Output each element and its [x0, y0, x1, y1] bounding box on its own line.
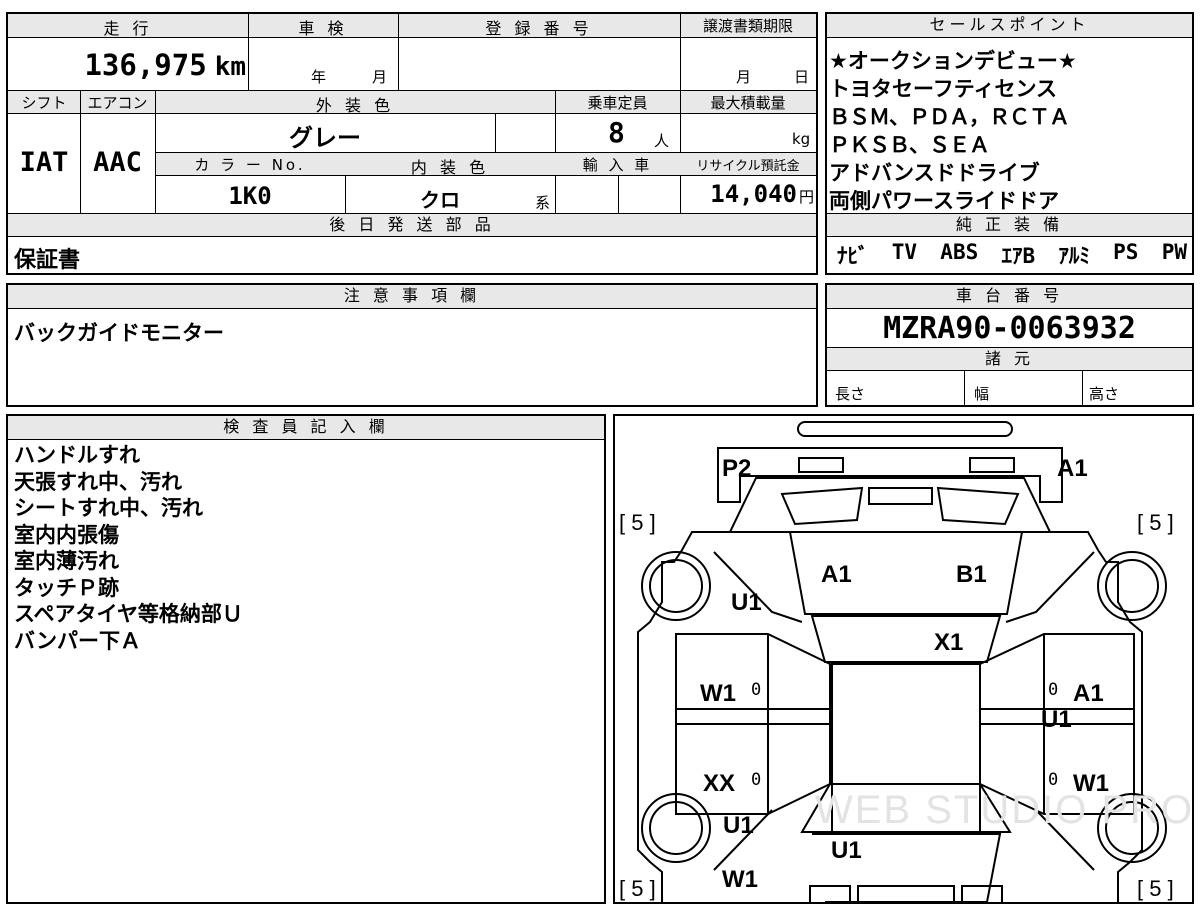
length-label: 長さ [835, 385, 866, 403]
inspection-year-label: 年 [311, 68, 327, 86]
shift-header: シフト [21, 94, 67, 112]
interior-color-suffix: 系 [535, 194, 551, 212]
equipment-item: PW [1161, 240, 1187, 264]
vehicle-info-table: 走 行 車 検 登 録 番 号 譲渡書類期限 136,975 km 年 月 月 日… [6, 12, 818, 275]
later-parts-value: 保証書 [14, 248, 81, 273]
mileage-value: 136,975 km [8, 48, 246, 82]
seats-header: 乗車定員 [587, 94, 648, 112]
notes-panel: 注 意 事 項 欄 バックガイドモニター [6, 283, 818, 407]
mileage-number: 136,975 [84, 48, 207, 82]
sales-points-header: セールスポイント [827, 14, 1192, 38]
transfer-month-label: 月 [736, 68, 752, 86]
max-load-unit: kg [792, 130, 811, 148]
color-no-header: カ ラ ー No. [194, 156, 306, 174]
damage-left-rear-door: W1 [700, 680, 736, 707]
seats-value: 8 [608, 116, 625, 149]
damage-roof: X1 [934, 629, 964, 656]
sales-point-line: 両側パワースライドドア [829, 189, 1059, 213]
damage-rear-quarter-left: U1 [731, 589, 762, 616]
inspector-line: 天張すれ中、汚れ [14, 469, 182, 494]
recycle-fee-unit: 円 [798, 188, 814, 206]
inspector-panel: 検 査 員 記 入 欄 ハンドルすれ 天張すれ中、汚れ シートすれ中、汚れ 室内… [6, 414, 606, 904]
inspector-line: スペアタイヤ等格納部Ｕ [14, 602, 243, 626]
inspector-line: タッチＰ跡 [14, 575, 119, 600]
sales-point-line: ＰＫＳＢ、ＳＥＡ [829, 133, 990, 157]
damage-left-front-bumper: W1 [722, 866, 758, 893]
interior-color-value: クロ [420, 188, 460, 212]
chassis-header: 車 台 番 号 [827, 285, 1192, 309]
sales-point-line: トヨタセーフティセンス [829, 77, 1058, 101]
notes-header: 注 意 事 項 欄 [8, 285, 816, 309]
sales-points-panel: セールスポイント ★オークションデビュー★ トヨタセーフティセンス ＢＳＭ、ＰＤ… [825, 12, 1194, 275]
spec-header: 諸 元 [827, 348, 1192, 371]
damage-left-front-door: XX [703, 770, 736, 797]
equipment-item: ｱﾙﾐ [1058, 244, 1090, 268]
door-zero-mark: 0 [1048, 680, 1059, 700]
notes-text: バックガイドモニター [14, 321, 224, 345]
equipment-item: ｴｱB [1001, 244, 1036, 268]
damage-rear-glass-right: B1 [956, 561, 987, 588]
inspection-month-label: 月 [372, 68, 388, 86]
damage-rear-glass-left: A1 [821, 561, 852, 588]
recycle-fee-number: 14,040 [710, 180, 797, 208]
ac-value: AAC [93, 147, 142, 178]
recycle-fee-value: 14,040 円 [680, 180, 814, 208]
tyre-tread-front-right: [ 5 ] [1137, 876, 1174, 901]
damage-rear-right: A1 [1057, 455, 1088, 482]
equipment-header: 純 正 装 備 [827, 214, 1192, 237]
damage-left-front-fender: U1 [723, 812, 754, 839]
damage-hood: U1 [831, 837, 862, 864]
damage-right-rear-door-2: U1 [1041, 706, 1072, 733]
sales-point-line: アドバンスドドライブ [829, 161, 1040, 185]
door-zero-mark: 0 [751, 770, 762, 790]
inspector-line: バンパー下Ａ [14, 628, 142, 653]
inspection-header: 車 検 [298, 19, 348, 38]
width-label: 幅 [974, 385, 990, 403]
door-zero-mark: 0 [751, 680, 762, 700]
mileage-header: 走 行 [103, 19, 153, 38]
transfer-day-label: 日 [794, 68, 810, 86]
door-zero-mark: 0 [1048, 770, 1059, 790]
equipment-item: TV [891, 240, 918, 264]
inspector-line: シートすれ中、汚れ [14, 496, 203, 520]
chassis-panel: 車 台 番 号 MZRA90-0063932 諸 元 長さ 幅 高さ [825, 283, 1194, 407]
color-no-value: 1K0 [228, 182, 272, 210]
exterior-color-header: 外 装 色 [315, 96, 395, 115]
tyre-tread-front-left: [ 5 ] [619, 876, 656, 901]
height-label: 高さ [1089, 385, 1120, 403]
damage-right-rear-door: A1 [1073, 680, 1104, 707]
mileage-unit: km [214, 52, 246, 82]
max-load-header: 最大積載量 [710, 94, 786, 112]
shift-value: IAT [19, 147, 69, 178]
equipment-item: PS [1113, 240, 1139, 264]
interior-color-header: 内 装 色 [410, 158, 490, 177]
equipment-item: ﾅﾋﾞ [837, 244, 869, 268]
damage-right-front-door: W1 [1073, 770, 1109, 797]
inspector-line: 室内薄汚れ [14, 549, 119, 573]
exterior-color-value: グレー [289, 124, 361, 152]
chassis-number: MZRA90-0063932 [883, 311, 1136, 346]
tyre-tread-rear-right: [ 5 ] [1137, 510, 1174, 535]
recycle-header: リサイクル預託金 [696, 159, 800, 174]
damage-rear-left: P2 [722, 455, 752, 482]
registration-header: 登 録 番 号 [485, 19, 593, 38]
seats-unit: 人 [654, 132, 670, 150]
inspector-line: ハンドルすれ [14, 443, 140, 467]
inspector-header: 検 査 員 記 入 欄 [8, 416, 604, 440]
later-parts-header: 後 日 発 送 部 品 [8, 214, 816, 237]
equipment-list: ﾅﾋﾞ TV ABS ｴｱB ｱﾙﾐ PS PW [837, 240, 1187, 270]
car-diagram-panel: WEB STUDIO PRO [ 5 ] [ 5 ] [ 5 ] [ 5 ] 0… [613, 414, 1194, 904]
watermark: WEB STUDIO PRO [815, 788, 1194, 832]
sales-point-line: ★オークションデビュー★ [829, 49, 1077, 73]
ac-header: エアコン [87, 94, 148, 112]
tyre-tread-rear-left: [ 5 ] [619, 510, 656, 535]
import-header: 輸 入 車 [582, 156, 653, 174]
equipment-item: ABS [940, 240, 979, 264]
sales-points-list: ★オークションデビュー★ トヨタセーフティセンス ＢＳＭ、ＰＤＡ，ＲＣＴＡ ＰＫ… [829, 47, 1077, 215]
transfer-deadline-header: 譲渡書類期限 [702, 17, 793, 35]
inspector-line: 室内内張傷 [14, 522, 119, 547]
inspector-list: ハンドルすれ 天張すれ中、汚れ シートすれ中、汚れ 室内内張傷 室内薄汚れ タッ… [14, 442, 243, 654]
sales-point-line: ＢＳＭ、ＰＤＡ，ＲＣＴＡ [829, 105, 1070, 129]
